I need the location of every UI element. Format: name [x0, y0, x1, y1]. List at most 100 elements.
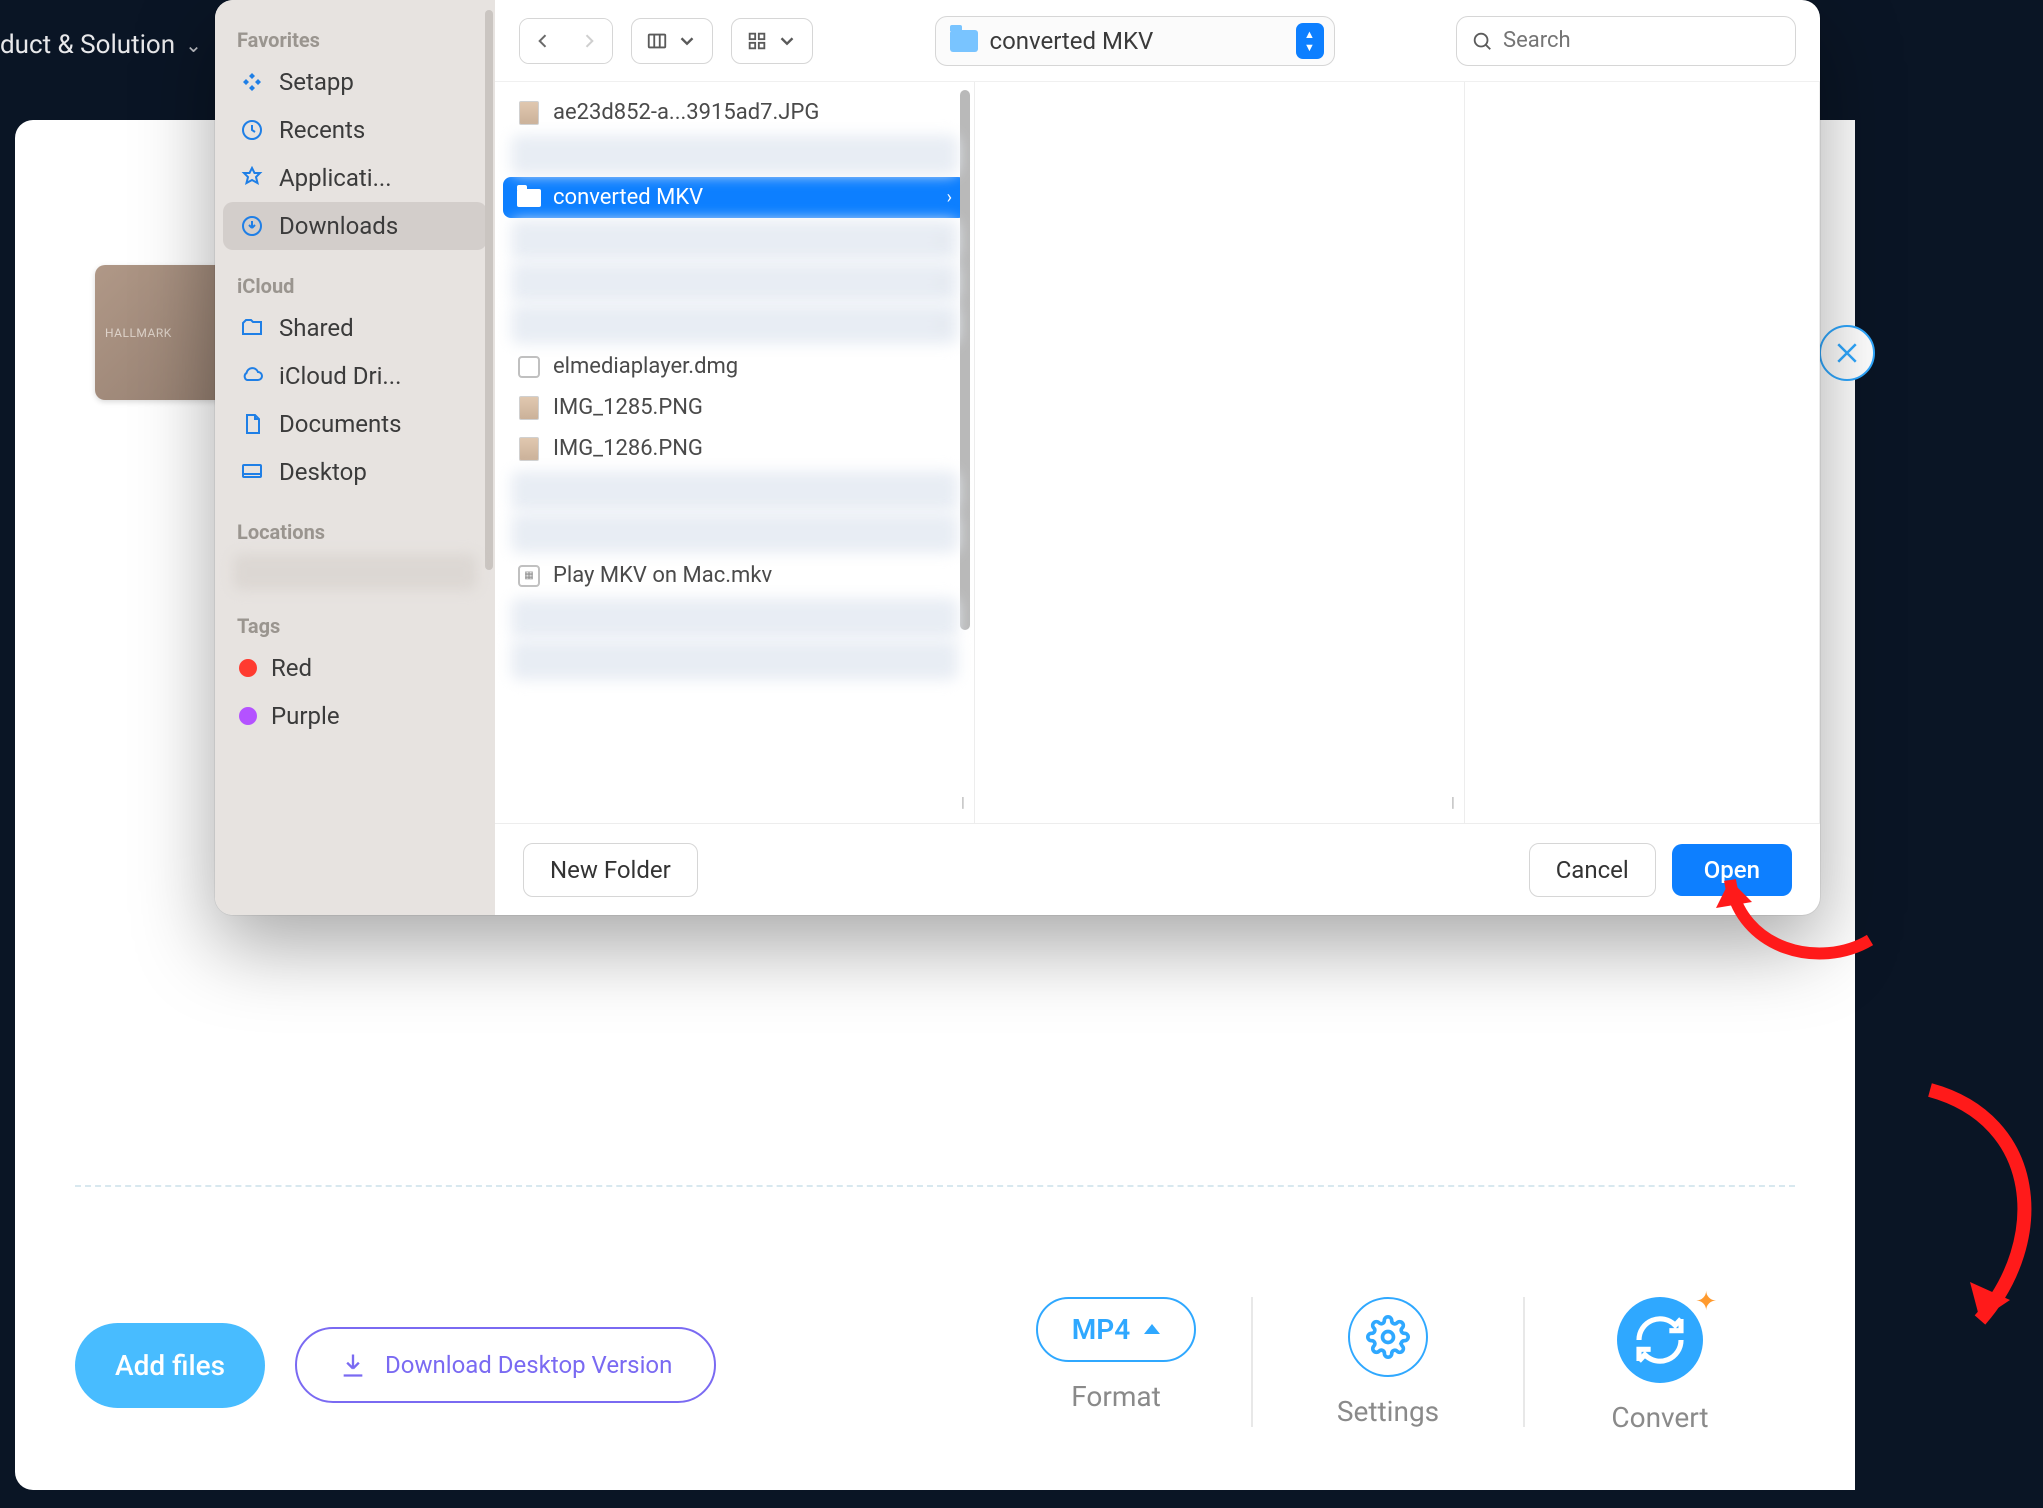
file-row[interactable]: IMG_1285.PNG	[503, 387, 966, 428]
sidebar-item-label: Applicati...	[279, 164, 392, 192]
chevron-down-icon	[776, 30, 798, 52]
favorites-header: Favorites	[223, 22, 487, 58]
image-file-icon	[517, 437, 541, 461]
sidebar-item-desktop[interactable]: Desktop	[223, 448, 487, 496]
cloud-icon	[239, 363, 265, 389]
sidebar-item-label: iCloud Dri...	[279, 362, 401, 390]
file-column-3	[1465, 82, 1820, 823]
sidebar-item-applications[interactable]: Applicati...	[223, 154, 487, 202]
document-icon	[239, 411, 265, 437]
forward-button[interactable]	[566, 19, 612, 63]
column-resize-handle[interactable]: ||	[961, 795, 975, 819]
sidebar-item-label: Downloads	[279, 212, 398, 240]
settings-icon-circle[interactable]	[1348, 1297, 1428, 1377]
download-icon	[339, 1351, 367, 1379]
download-desktop-button[interactable]: Download Desktop Version	[295, 1327, 716, 1403]
locations-header: Locations	[223, 514, 487, 550]
convert-label: Convert	[1611, 1401, 1708, 1434]
cancel-button[interactable]: Cancel	[1529, 843, 1656, 897]
sidebar-item-label: Desktop	[279, 458, 367, 486]
add-files-button[interactable]: Add files	[75, 1323, 265, 1408]
path-stepper-icon[interactable]: ▲▼	[1296, 23, 1324, 59]
sidebar-item-setapp[interactable]: Setapp	[223, 58, 487, 106]
annotation-arrow-convert	[1870, 1080, 2043, 1360]
tags-header: Tags	[223, 608, 487, 644]
redacted-file-row	[511, 304, 958, 344]
settings-label: Settings	[1337, 1395, 1439, 1428]
format-action[interactable]: MP4 Format	[981, 1297, 1251, 1413]
file-row[interactable]: elmediaplayer.dmg	[503, 346, 966, 387]
setapp-icon	[239, 69, 265, 95]
sidebar-item-icloud-drive[interactable]: iCloud Dri...	[223, 352, 487, 400]
chevron-right-icon: ›	[947, 187, 952, 208]
finder-toolbar: converted MKV ▲▼	[495, 0, 1820, 82]
file-row[interactable]: ae23d852-a...3915ad7.JPG	[503, 92, 966, 133]
finder-body: || ae23d852-a...3915ad7.JPG converted MKV…	[495, 82, 1820, 823]
format-value: MP4	[1072, 1313, 1130, 1346]
path-selector[interactable]: converted MKV ▲▼	[935, 16, 1335, 66]
chevron-down-icon: ⌄	[185, 33, 202, 57]
separator	[75, 1185, 1795, 1187]
redacted-file-row	[511, 640, 958, 680]
file-row[interactable]: IMG_1286.PNG	[503, 428, 966, 469]
sidebar-scrollbar[interactable]	[485, 10, 493, 570]
sidebar-tag-purple[interactable]: Purple	[223, 692, 487, 740]
redacted-file-row	[511, 262, 958, 302]
sidebar-item-label: Purple	[271, 702, 340, 730]
redacted-file-row	[511, 513, 958, 553]
image-file-icon	[517, 396, 541, 420]
chevron-down-icon	[676, 30, 698, 52]
columns-icon	[646, 30, 668, 52]
file-open-dialog: Favorites Setapp Recents Applicati... Do…	[215, 0, 1820, 915]
download-desktop-label: Download Desktop Version	[385, 1351, 672, 1379]
new-folder-button[interactable]: New Folder	[523, 843, 698, 897]
sidebar-item-label: Shared	[279, 314, 354, 342]
open-button[interactable]: Open	[1672, 844, 1792, 896]
finder-main: converted MKV ▲▼ || ae23d852-a...3915ad7…	[495, 0, 1820, 915]
file-name: IMG_1286.PNG	[553, 436, 952, 461]
settings-action[interactable]: Settings	[1253, 1297, 1523, 1428]
tag-dot-icon	[239, 707, 257, 725]
file-name: Play MKV on Mac.mkv	[553, 563, 952, 588]
convert-action[interactable]: ✦ Convert	[1525, 1297, 1795, 1434]
thumb-label: HALLMARK	[105, 326, 172, 340]
column-scrollbar[interactable]	[960, 90, 970, 630]
downloads-icon	[239, 213, 265, 239]
format-label: Format	[1071, 1380, 1161, 1413]
bottom-bar: Add files Download Desktop Version MP4 F…	[75, 1290, 1795, 1440]
dmg-file-icon	[517, 355, 541, 379]
gear-icon	[1366, 1315, 1410, 1359]
sidebar-item-recents[interactable]: Recents	[223, 106, 487, 154]
group-by-button[interactable]	[731, 18, 813, 64]
file-name: IMG_1285.PNG	[553, 395, 952, 420]
triangle-up-icon	[1144, 1324, 1160, 1334]
format-pill[interactable]: MP4	[1036, 1297, 1196, 1362]
file-name: converted MKV	[553, 185, 935, 210]
search-input[interactable]	[1503, 28, 1781, 53]
view-columns-button[interactable]	[631, 18, 713, 64]
grid-icon	[746, 30, 768, 52]
sidebar-item-documents[interactable]: Documents	[223, 400, 487, 448]
redacted-file-row	[511, 598, 958, 638]
convert-button[interactable]: ✦	[1617, 1297, 1703, 1383]
file-row[interactable]: converted MKV ›	[503, 177, 966, 218]
remove-item-button[interactable]	[1819, 325, 1875, 381]
redacted-item	[233, 554, 477, 590]
file-name: elmediaplayer.dmg	[553, 354, 952, 379]
back-button[interactable]	[520, 19, 566, 63]
file-name: ae23d852-a...3915ad7.JPG	[553, 100, 952, 125]
search-field[interactable]	[1456, 16, 1796, 66]
redacted-file-row	[511, 135, 958, 175]
sidebar-item-downloads[interactable]: Downloads	[223, 202, 487, 250]
sidebar-tag-red[interactable]: Red	[223, 644, 487, 692]
clock-icon	[239, 117, 265, 143]
finder-footer: New Folder Cancel Open	[495, 823, 1820, 915]
action-group: MP4 Format Settings ✦ Convert	[981, 1297, 1795, 1434]
sidebar-item-shared[interactable]: Shared	[223, 304, 487, 352]
video-file-icon: ▦	[517, 564, 541, 588]
redacted-file-row	[511, 471, 958, 511]
sparkle-icon: ✦	[1695, 1287, 1717, 1317]
finder-sidebar: Favorites Setapp Recents Applicati... Do…	[215, 0, 495, 915]
column-resize-handle[interactable]: ||	[1451, 795, 1465, 819]
file-row[interactable]: ▦ Play MKV on Mac.mkv	[503, 555, 966, 596]
